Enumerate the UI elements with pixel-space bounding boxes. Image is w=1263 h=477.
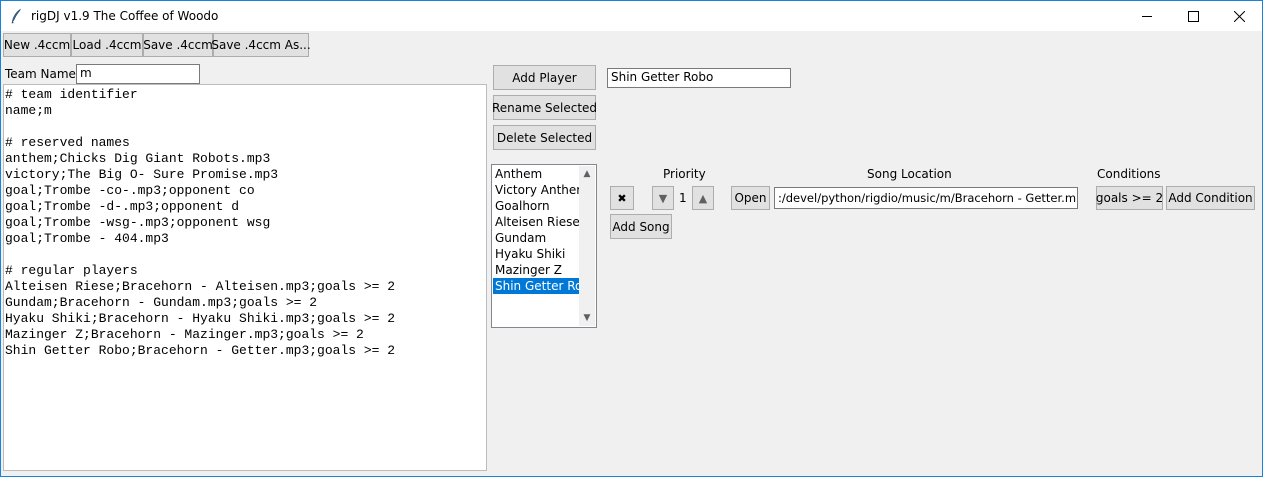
editor-line: goal;Trombe -co-.mp3;opponent co	[5, 183, 255, 198]
player-list: Anthem Victory Anthem Goalhorn Alteisen Rie…	[493, 166, 580, 294]
editor-line: goal;Trombe - 404.mp3	[5, 231, 169, 246]
editor-line: Hyaku Shiki;Bracehorn - Hyaku Shiki.mp3;…	[5, 311, 396, 326]
editor-line: Alteisen Riese;Bracehorn - Alteisen.mp3;…	[5, 279, 396, 294]
app-window: rigDJ v1.9 The Coffee of Woodo New .4ccm…	[0, 0, 1263, 477]
arrow-up-icon: ▲	[698, 191, 708, 205]
save-4ccm-button[interactable]: Save .4ccm	[143, 33, 213, 57]
player-name-input[interactable]: Shin Getter Robo	[607, 68, 791, 88]
player-list-scrollbar[interactable]: ▲ ▼	[579, 166, 595, 326]
priority-up-button[interactable]: ▲	[692, 186, 714, 210]
remove-x-icon: ✖	[617, 191, 627, 205]
editor-line: goal;Trombe -d-.mp3;opponent d	[5, 199, 240, 214]
editor-line: # regular players	[5, 263, 138, 278]
delete-selected-button[interactable]: Delete Selected	[493, 125, 596, 150]
editor-line: # reserved names	[5, 135, 130, 150]
load-4ccm-button[interactable]: Load .4ccm	[71, 33, 143, 57]
feather-icon	[11, 8, 22, 24]
minimize-icon	[1141, 15, 1152, 17]
priority-header: Priority	[663, 167, 706, 181]
player-listbox[interactable]: Anthem Victory Anthem Goalhorn Alteisen Rie…	[491, 164, 597, 328]
add-player-button[interactable]: Add Player	[493, 65, 596, 90]
open-song-button[interactable]: Open	[731, 186, 770, 210]
team-name-label: Team Name:	[5, 67, 80, 81]
editor-line: anthem;Chicks Dig Giant Robots.mp3	[5, 151, 271, 166]
player-list-item[interactable]: Goalhorn	[493, 198, 580, 214]
config-text-editor[interactable]: # team identifier name;m # reserved names a…	[3, 84, 487, 471]
add-condition-button[interactable]: Add Condition	[1166, 186, 1255, 210]
conditions-header: Conditions	[1097, 167, 1161, 181]
editor-line: name;m	[5, 103, 52, 118]
scroll-down-icon[interactable]: ▼	[579, 310, 595, 326]
priority-down-button[interactable]: ▼	[652, 186, 674, 210]
editor-line: goal;Trombe -wsg-.mp3;opponent wsg	[5, 215, 271, 230]
new-4ccm-button[interactable]: New .4ccm	[3, 33, 71, 57]
condition-goals-button[interactable]: goals >= 2	[1096, 186, 1163, 210]
player-list-item[interactable]: Hyaku Shiki	[493, 246, 580, 262]
editor-line: Mazinger Z;Bracehorn - Mazinger.mp3;goal…	[5, 327, 364, 342]
player-list-item[interactable]: Shin Getter Robo	[493, 278, 580, 294]
title-bar[interactable]: rigDJ v1.9 The Coffee of Woodo	[1, 1, 1262, 31]
priority-value: 1	[679, 191, 687, 205]
editor-line: Shin Getter Robo;Bracehorn - Getter.mp3;…	[5, 343, 396, 358]
rename-selected-button[interactable]: Rename Selected	[492, 95, 597, 120]
team-name-input[interactable]: m	[76, 64, 200, 84]
player-list-item[interactable]: Victory Anthem	[493, 182, 580, 198]
player-list-item[interactable]: Anthem	[493, 166, 580, 182]
song-location-input[interactable]: :/devel/python/rigdio/music/m/Bracehorn …	[774, 187, 1078, 209]
player-list-item[interactable]: Alteisen Riese	[493, 214, 580, 230]
editor-line: victory;The Big O- Sure Promise.mp3	[5, 167, 279, 182]
save-4ccm-as-button[interactable]: Save .4ccm As...	[211, 33, 311, 57]
player-list-item[interactable]: Gundam	[493, 230, 580, 246]
maximize-button[interactable]	[1170, 1, 1216, 31]
close-window-button[interactable]	[1216, 1, 1262, 31]
player-list-item[interactable]: Mazinger Z	[493, 262, 580, 278]
arrow-down-icon: ▼	[658, 191, 668, 205]
song-location-header: Song Location	[867, 167, 952, 181]
add-song-button[interactable]: Add Song	[610, 214, 672, 239]
scroll-up-icon[interactable]: ▲	[579, 166, 595, 182]
remove-song-button[interactable]: ✖	[610, 186, 634, 210]
minimize-button[interactable]	[1124, 1, 1170, 31]
maximize-icon	[1187, 10, 1199, 22]
editor-line: # team identifier	[5, 87, 138, 102]
editor-line: Gundam;Bracehorn - Gundam.mp3;goals >= 2	[5, 295, 318, 310]
close-icon	[1233, 10, 1245, 22]
window-title: rigDJ v1.9 The Coffee of Woodo	[31, 9, 219, 23]
